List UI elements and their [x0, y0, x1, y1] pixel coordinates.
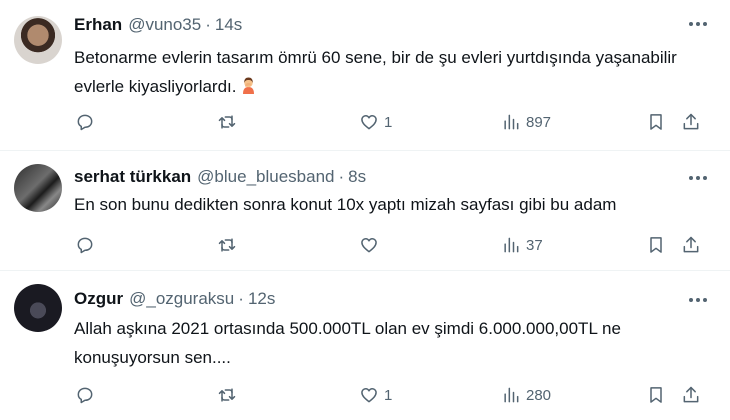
bookmark-button[interactable]: [646, 383, 666, 407]
like-button[interactable]: 1: [359, 383, 392, 407]
views-button[interactable]: 37: [501, 233, 543, 257]
tweet-header: Ozgur @_ozguraksu · 12s: [74, 288, 275, 310]
tweet-text-content: Allah aşkına 2021 ortasında 500.000TL ol…: [74, 319, 621, 367]
like-count: 1: [384, 113, 393, 131]
bookmark-icon: [650, 387, 662, 403]
share-button[interactable]: [681, 383, 701, 407]
reply-icon: [77, 387, 93, 404]
share-icon: [683, 113, 699, 130]
timestamp[interactable]: 8s: [348, 167, 366, 187]
separator: ·: [205, 15, 211, 34]
views-count: 37: [526, 236, 543, 254]
bookmark-button[interactable]: [646, 233, 666, 257]
display-name[interactable]: Erhan: [74, 15, 122, 35]
tweet[interactable]: serhat türkkan @blue_bluesband · 8s En s…: [0, 150, 730, 270]
views-count: 280: [526, 386, 552, 404]
heart-icon: [361, 115, 377, 130]
retweet-button[interactable]: [217, 110, 242, 134]
avatar[interactable]: [14, 164, 62, 212]
share-icon: [683, 236, 699, 253]
tweet-actions: 37: [74, 233, 714, 257]
avatar[interactable]: [14, 284, 62, 332]
views-button[interactable]: 897: [501, 110, 551, 134]
bookmark-button[interactable]: [646, 110, 666, 134]
retweet-button[interactable]: [217, 383, 242, 407]
reply-icon: [77, 114, 93, 131]
reply-button[interactable]: [75, 110, 100, 134]
tweet-actions: 1 280: [74, 383, 714, 407]
timestamp[interactable]: 14s: [215, 15, 242, 35]
tweet-text-content: En son bunu dedikten sonra konut 10x yap…: [74, 195, 617, 214]
share-button[interactable]: [681, 233, 701, 257]
bookmark-icon: [650, 114, 662, 130]
woman-facepalming-icon: [242, 77, 254, 94]
heart-icon: [361, 388, 377, 403]
tweet-text: En son bunu dedikten sonra konut 10x yap…: [74, 190, 714, 219]
like-count: 1: [384, 386, 393, 404]
like-button[interactable]: 1: [359, 110, 392, 134]
like-button[interactable]: [359, 233, 384, 257]
retweet-icon: [218, 388, 236, 402]
heart-icon: [361, 238, 377, 253]
user-handle[interactable]: @blue_bluesband: [197, 167, 334, 187]
user-handle[interactable]: @vuno35: [128, 15, 201, 35]
tweet[interactable]: Ozgur @_ozguraksu · 12s Allah aşkına 202…: [0, 270, 730, 420]
views-icon: [504, 387, 519, 403]
display-name[interactable]: Ozgur: [74, 289, 123, 309]
timestamp[interactable]: 12s: [248, 289, 275, 309]
views-count: 897: [526, 113, 552, 131]
reply-icon: [77, 237, 93, 254]
user-handle[interactable]: @_ozguraksu: [129, 289, 234, 309]
views-button[interactable]: 280: [501, 383, 551, 407]
tweet[interactable]: Erhan @vuno35 · 14s Betonarme evlerin ta…: [0, 0, 730, 150]
retweet-icon: [218, 115, 236, 129]
tweet-text: Allah aşkına 2021 ortasında 500.000TL ol…: [74, 314, 714, 372]
share-button[interactable]: [681, 110, 701, 134]
bookmark-icon: [650, 237, 662, 253]
separator: ·: [238, 289, 244, 308]
reply-button[interactable]: [75, 233, 100, 257]
tweet-text-content: Betonarme evlerin tasarım ömrü 60 sene, …: [74, 48, 677, 96]
tweet-header: serhat türkkan @blue_bluesband · 8s: [74, 166, 366, 188]
separator: ·: [338, 167, 345, 186]
more-options-icon[interactable]: [686, 16, 710, 32]
more-options-icon[interactable]: [686, 292, 710, 308]
tweet-actions: 1 897: [74, 110, 714, 134]
retweet-button[interactable]: [217, 233, 242, 257]
tweet-header: Erhan @vuno35 · 14s: [74, 14, 242, 36]
reply-button[interactable]: [75, 383, 100, 407]
share-icon: [683, 386, 699, 403]
more-options-icon[interactable]: [686, 170, 710, 186]
views-icon: [504, 237, 519, 253]
tweet-text: Betonarme evlerin tasarım ömrü 60 sene, …: [74, 43, 714, 101]
avatar[interactable]: [14, 16, 62, 64]
views-icon: [504, 114, 519, 130]
display-name[interactable]: serhat türkkan: [74, 167, 191, 187]
retweet-icon: [218, 238, 236, 252]
